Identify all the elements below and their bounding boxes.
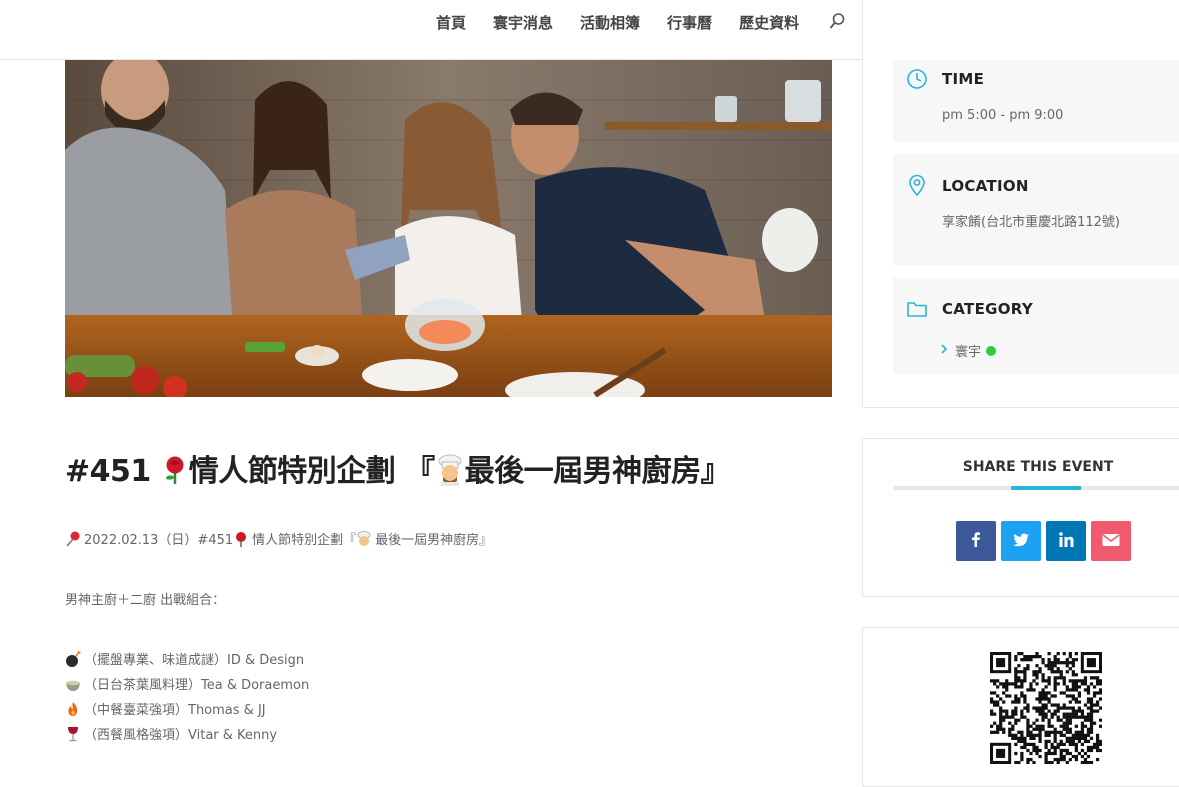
chevron-right-icon [940,343,948,358]
nav-calendar[interactable]: 行事曆 [667,12,712,33]
folder-icon [906,298,928,324]
nav-news[interactable]: 寰宇消息 [493,12,553,33]
category-box: CATEGORY 寰宇 [893,278,1179,374]
linkedin-share-button[interactable] [1046,521,1086,561]
nav-home[interactable]: 首頁 [436,12,466,33]
share-divider-accent [1011,486,1081,490]
list-item: （中餐臺菜強項）Thomas & JJ [65,696,309,721]
nav-history[interactable]: 歷史資料 [739,12,799,33]
qr-code [990,652,1103,768]
chef-icon [435,454,465,486]
tea-bowl-icon [65,676,81,692]
rose-icon [233,531,249,547]
location-value: 享家餚(台北市重慶北路112號) [942,215,1120,230]
list-item: （擺盤專業、味道成謎）ID & Design [65,646,309,671]
pushpin-icon [65,531,81,547]
category-label: CATEGORY [942,300,1033,318]
wine-glass-icon [65,726,81,742]
category-name: 寰宇 [955,345,982,360]
map-pin-icon [906,174,928,200]
team-list: （擺盤專業、味道成謎）ID & Design （日台茶葉風料理）Tea & Do… [65,646,309,746]
clock-icon [906,68,928,94]
facebook-icon [969,531,983,551]
lineup-intro: 男神主廚＋二廚 出戰組合： [65,593,226,608]
time-box: TIME pm 5:00 - pm 9:00 [893,60,1179,142]
email-share-button[interactable] [1091,521,1131,561]
event-title: #451 情人節特別企劃 『 最後一屆男神廚房』 [65,454,731,489]
bomb-icon [65,650,81,667]
main-nav: 首頁 寰宇消息 活動相簿 行事曆 歷史資料 [436,10,846,34]
chef-icon [356,530,372,547]
time-value: pm 5:00 - pm 9:00 [942,108,1064,123]
search-icon[interactable] [828,12,846,34]
facebook-share-button[interactable] [956,521,996,561]
location-box: LOCATION 享家餚(台北市重慶北路112號) [893,154,1179,265]
envelope-icon [1102,532,1120,551]
hero-image [65,60,832,397]
nav-albums[interactable]: 活動相簿 [580,12,640,33]
time-label: TIME [942,70,985,88]
event-date-line: 2022.02.13（日）#451 情人節特別企劃『 最後一屆男神廚房』 [65,529,492,548]
location-label: LOCATION [942,177,1029,195]
twitter-share-button[interactable] [1001,521,1041,561]
rose-icon [161,455,189,485]
category-color-dot [986,345,997,356]
twitter-icon [1013,532,1029,551]
fire-icon [65,701,81,717]
category-link[interactable]: 寰宇 [940,341,997,360]
share-title: SHARE THIS EVENT [962,459,1114,475]
list-item: （日台茶葉風料理）Tea & Doraemon [65,671,309,696]
list-item: （西餐風格強項）Vitar & Kenny [65,721,309,746]
linkedin-icon [1058,531,1074,551]
